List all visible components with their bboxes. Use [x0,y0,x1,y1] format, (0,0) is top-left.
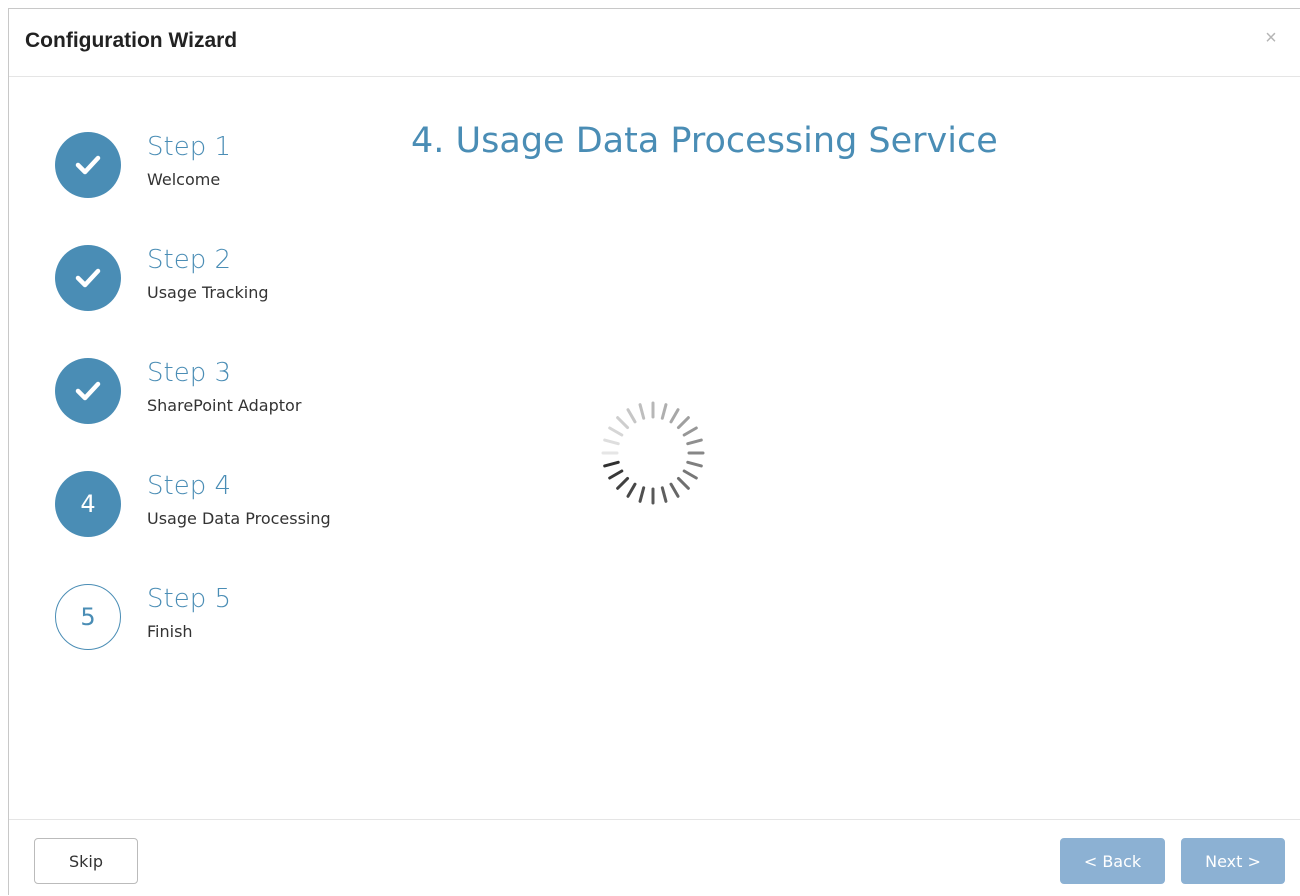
step-1-title: Step 1 [147,132,232,162]
step-1-subtitle: Welcome [147,170,221,189]
spinner-tick [660,403,668,420]
spinner-tick [603,460,620,468]
spinner-tick [608,469,624,480]
step-4-circle: 4 [55,471,121,537]
step-2-subtitle: Usage Tracking [147,283,269,302]
spinner-tick [608,426,624,437]
spinner-tick [669,482,680,498]
step-3-title: Step 3 [147,358,232,388]
step-2: Step 2 Usage Tracking [55,245,375,315]
step-5-subtitle: Finish [147,622,193,641]
spinner-tick [682,426,698,437]
step-2-circle [55,245,121,311]
spinner-tick [660,486,668,503]
spinner-tick [603,438,620,446]
spinner-tick [686,460,703,468]
spinner-tick [676,476,690,490]
spinner-tick [686,438,703,446]
back-button[interactable]: < Back [1060,838,1165,884]
step-4-number: 4 [80,490,96,518]
step-1-circle [55,132,121,198]
check-icon [75,381,101,401]
spinner-tick [669,408,680,424]
spinner-tick [626,482,637,498]
step-1: Step 1 Welcome [55,132,375,202]
check-icon [75,155,101,175]
step-5-number: 5 [80,603,96,631]
spinner-tick [616,476,630,490]
spinner-tick [638,403,646,420]
spinner-tick [626,408,637,424]
step-3-subtitle: SharePoint Adaptor [147,396,302,415]
spinner-tick [638,486,646,503]
step-2-title: Step 2 [147,245,232,275]
dialog-header: Configuration Wizard × [9,9,1300,77]
step-5: 5 Step 5 Finish [55,584,375,654]
dialog-footer: Skip < Back Next > [9,819,1300,896]
spinner-tick [682,469,698,480]
page-title: 4. Usage Data Processing Service [411,121,998,161]
close-icon[interactable]: × [1262,28,1280,48]
spinner-tick [616,416,630,430]
next-button[interactable]: Next > [1181,838,1285,884]
wizard-steps: Step 1 Welcome Step 2 Usage Tracking Ste… [9,77,389,817]
step-4-title: Step 4 [147,471,232,501]
skip-button[interactable]: Skip [34,838,138,884]
step-4-subtitle: Usage Data Processing [147,509,331,528]
step-3: Step 3 SharePoint Adaptor [55,358,375,428]
step-3-circle [55,358,121,424]
step-5-title: Step 5 [147,584,232,614]
dialog-title: Configuration Wizard [25,29,238,52]
step-5-circle: 5 [55,584,121,650]
configuration-wizard-dialog: Configuration Wizard × Step 1 Welcome St… [8,8,1300,895]
spinner-tick [676,416,690,430]
step-4: 4 Step 4 Usage Data Processing [55,471,375,541]
spinner-icon [601,401,705,505]
check-icon [75,268,101,288]
